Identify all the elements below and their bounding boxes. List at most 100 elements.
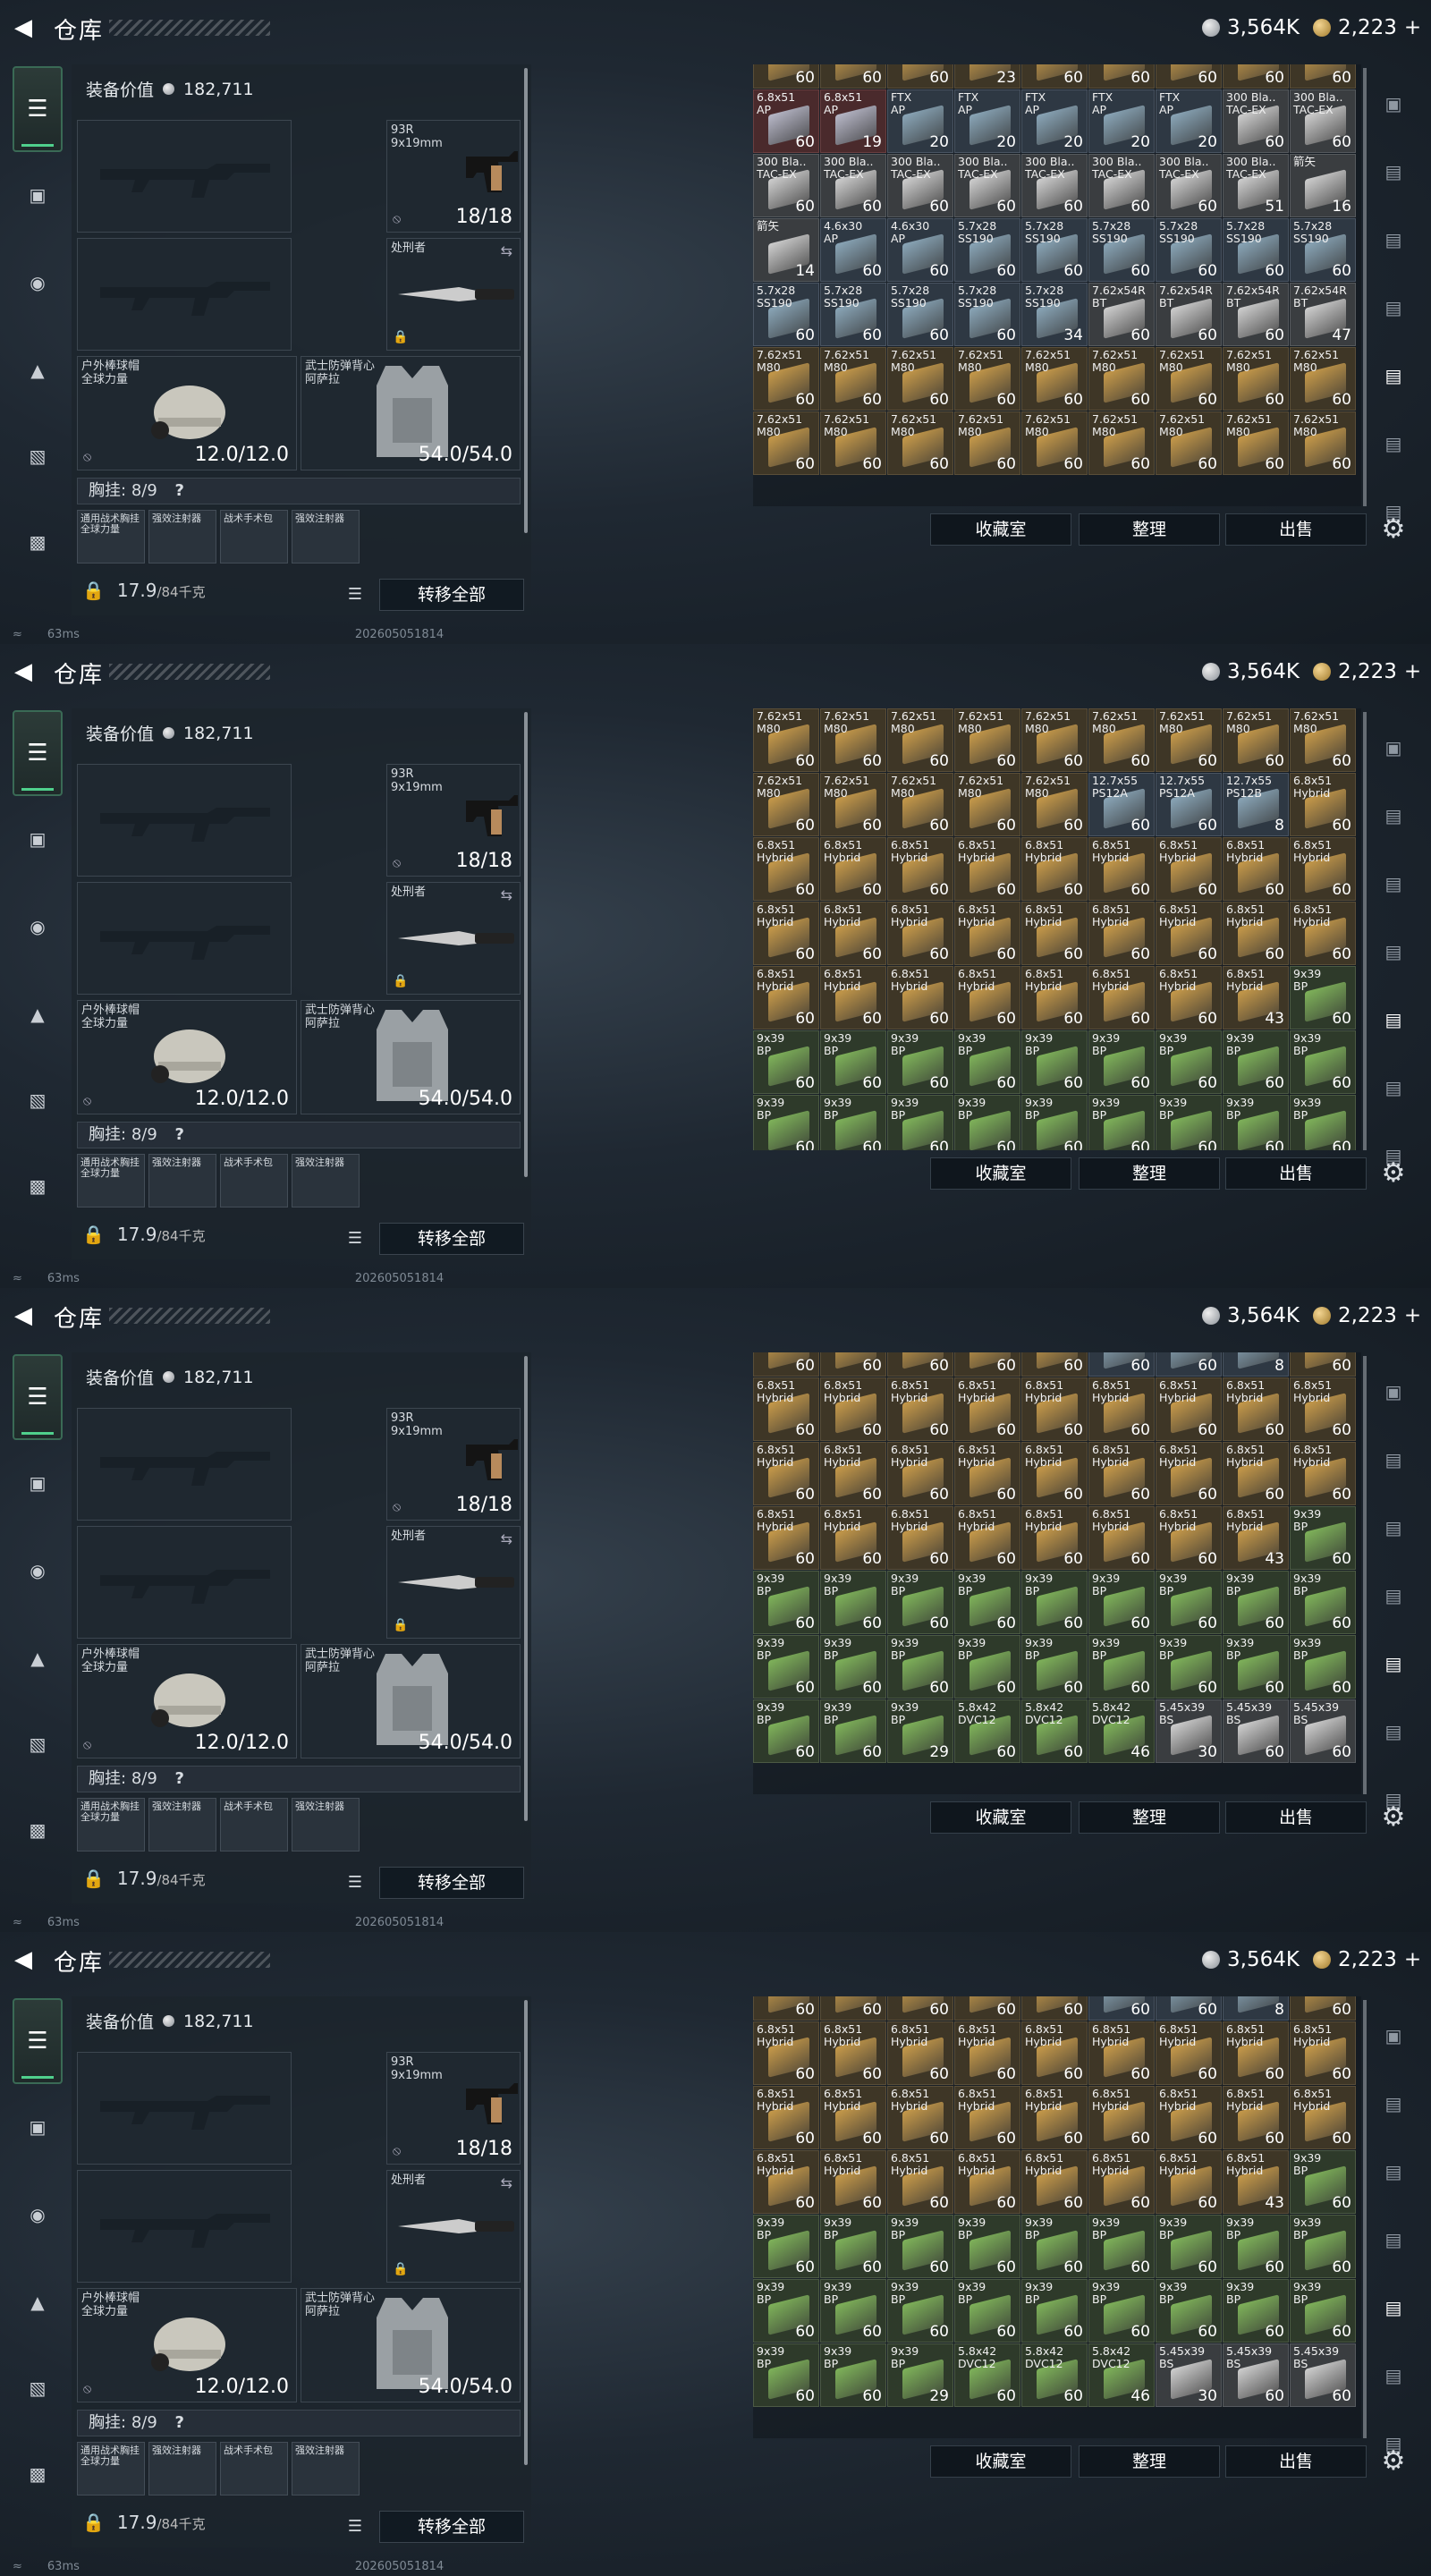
ammo-box-item[interactable]: 9x39 BP 60 <box>1021 1030 1088 1094</box>
ammo-box-item[interactable]: 6.8x51 Hybrid 60 <box>887 902 953 965</box>
ammo-box-item[interactable]: 5.8x42 DVC12 60 <box>1021 2343 1088 2407</box>
ammo-box-item[interactable]: 7.62x51 M80 60 <box>954 708 1020 772</box>
ammo-box-item[interactable]: 60 <box>1223 64 1289 89</box>
ammo-box-item[interactable]: 6.8x51 Hybrid 60 <box>1088 2021 1155 2085</box>
ammo-box-item[interactable]: 9x39 BP 60 <box>1021 1095 1088 1150</box>
ammo-box-item[interactable]: 5.45x39 BS 60 <box>1290 1699 1356 1763</box>
ammo-box-item[interactable]: 9x39 BP 60 <box>820 2343 886 2407</box>
ammo-box-item[interactable]: 9x39 BP 60 <box>887 1095 953 1150</box>
ammo-box-item[interactable]: 7.62x51 M80 60 <box>1021 773 1088 836</box>
pistol-slot[interactable]: 93R 9x19mm ⦸ 18/18 <box>386 120 521 233</box>
ammo-box-item[interactable]: 6.8x51 Hybrid 60 <box>1290 2086 1356 2149</box>
ammo-box-item[interactable]: 6.8x51 Hybrid 60 <box>1021 902 1088 965</box>
ammo-box-item[interactable]: 6.8x51 Hybrid 60 <box>753 2021 819 2085</box>
ammo-box-item[interactable]: 6.8x51 Hybrid 60 <box>1021 1442 1088 1505</box>
ammo-box-item[interactable]: 6.8x51 Hybrid 60 <box>1021 966 1088 1030</box>
ammo-box-item[interactable]: 6.8x51 Hybrid 60 <box>753 902 819 965</box>
page-3-icon[interactable]: ▤ <box>1376 2222 1411 2258</box>
ammo-box-item[interactable]: 5.7x28 SS190 60 <box>1156 218 1222 282</box>
ammo-box-item[interactable]: 5.7x28 SS190 60 <box>753 283 819 346</box>
ammo-box-item[interactable]: 9x39 BP 60 <box>1088 1095 1155 1150</box>
ammo-box-item[interactable]: 9x39 BP 60 <box>753 2343 819 2407</box>
back-arrow-icon[interactable]: ◀ <box>14 1946 38 1973</box>
ammo-box-item[interactable]: 箭矢 16 <box>1290 154 1356 217</box>
ammo-box-item[interactable]: 6.8x51 Hybrid 60 <box>753 1442 819 1505</box>
ammo-box-item[interactable]: 60 <box>820 1352 886 1377</box>
ammo-box-item[interactable]: 6.8x51 Hybrid 60 <box>753 837 819 901</box>
ammo-box-item[interactable]: 7.62x51 M80 60 <box>1223 347 1289 411</box>
add-gold-button[interactable]: + <box>1404 660 1421 683</box>
equipment-scrollbar[interactable] <box>524 712 528 1177</box>
ammo-box-item[interactable]: 6.8x51 Hybrid 60 <box>1223 837 1289 901</box>
transfer-all-button[interactable]: 转移全部 <box>379 1223 524 1255</box>
ammo-box-item[interactable]: 9x39 BP 60 <box>1156 1635 1222 1699</box>
page-3-icon[interactable]: ▤ <box>1376 1578 1411 1614</box>
ammo-box-item[interactable]: 9x39 BP 60 <box>1290 1635 1356 1699</box>
ammo-box-item[interactable]: 6.8x51 Hybrid 60 <box>887 2021 953 2085</box>
settings-gear-icon[interactable]: ⚙ <box>1377 1157 1410 1190</box>
ammo-box-item[interactable]: 6.8x51 Hybrid 60 <box>1223 1442 1289 1505</box>
gold-currency[interactable]: 2,223 + <box>1313 1302 1421 1329</box>
ammo-box-item[interactable]: 6.8x51 Hybrid 60 <box>1290 2021 1356 2085</box>
ammo-box-item[interactable]: 9x39 BP 60 <box>954 1571 1020 1634</box>
ammo-box-item[interactable]: 60 <box>820 1996 886 2021</box>
primary-weapon-slot[interactable] <box>77 120 292 233</box>
sell-button[interactable]: 出售 <box>1225 513 1367 546</box>
ammo-box-item[interactable]: 12.7x55 PS12B 8 <box>1223 773 1289 836</box>
ammo-box-item[interactable]: 6.8x51 Hybrid 60 <box>820 902 886 965</box>
ammo-box-item[interactable]: 300 Bla.. TAC-EX 60 <box>1223 89 1289 153</box>
ammo-box-item[interactable]: 6.8x51 Hybrid 43 <box>1223 2150 1289 2214</box>
help-icon[interactable]: ? <box>175 1125 184 1144</box>
ammo-box-item[interactable]: 5.8x42 DVC12 60 <box>1021 1699 1088 1763</box>
ammo-box-item[interactable]: 6.8x51 Hybrid 60 <box>753 1506 819 1570</box>
page-5-icon[interactable]: ▤ <box>1376 1070 1411 1106</box>
ammo-box-item[interactable]: 9x39 BP 60 <box>954 2279 1020 2343</box>
armor-tab-icon[interactable]: ◉ <box>18 1551 57 1590</box>
ammo-box-item[interactable]: 6.8x51 Hybrid 43 <box>1223 966 1289 1030</box>
ammo-box-item[interactable]: 7.62x51 M80 60 <box>1223 411 1289 475</box>
armor-slot[interactable]: 武士防弹背心 阿萨拉 54.0/54.0 <box>301 1644 521 1758</box>
sort-button[interactable]: 整理 <box>1079 1157 1220 1190</box>
ammo-box-item[interactable]: 7.62x51 M80 60 <box>887 411 953 475</box>
ammo-box-item[interactable]: 6.8x51 Hybrid 60 <box>820 2021 886 2085</box>
help-icon[interactable]: ? <box>175 1769 184 1788</box>
ammo-box-item[interactable]: 9x39 BP 60 <box>820 2215 886 2278</box>
ammo-box-item[interactable]: 7.62x54R BT 60 <box>1223 283 1289 346</box>
ammo-box-item[interactable]: 60 <box>753 64 819 89</box>
back-arrow-icon[interactable]: ◀ <box>14 658 38 685</box>
ammo-box-item[interactable]: 300 Bla.. TAC-EX 60 <box>1290 89 1356 153</box>
ammo-box-item[interactable]: 6.8x51 Hybrid 60 <box>1223 902 1289 965</box>
ammo-box-item[interactable]: 9x39 BP 60 <box>820 1699 886 1763</box>
ammo-box-item[interactable]: 300 Bla.. TAC-EX 60 <box>887 154 953 217</box>
swap-icon[interactable]: ⇆ <box>501 2174 512 2191</box>
ammo-box-item[interactable]: 5.7x28 SS190 60 <box>887 283 953 346</box>
ammo-box-item[interactable]: 6.8x51 Hybrid 60 <box>820 2086 886 2149</box>
ammo-box-item[interactable]: 9x39 BP 60 <box>1021 1571 1088 1634</box>
weapon-tab-icon[interactable]: ☰ <box>13 710 63 796</box>
ammo-box-item[interactable]: 6.8x51 Hybrid 60 <box>1021 837 1088 901</box>
swap-icon[interactable]: ⇆ <box>501 886 512 903</box>
ammo-box-item[interactable]: 60 <box>887 1996 953 2021</box>
ammo-box-item[interactable]: 7.62x51 M80 60 <box>820 347 886 411</box>
case-tab-icon[interactable]: ▩ <box>18 1810 57 1850</box>
ammo-box-item[interactable]: 300 Bla.. TAC-EX 60 <box>1088 154 1155 217</box>
warehouse-home-icon[interactable]: ▣ <box>1376 86 1411 122</box>
melee-slot[interactable]: 处刑者 ⇆ 🔒 <box>386 882 521 995</box>
ammo-box-item[interactable]: 6.8x51 Hybrid 60 <box>1021 2021 1088 2085</box>
swap-icon[interactable]: ⇆ <box>501 1530 512 1547</box>
page-1-icon[interactable]: ▤ <box>1376 1442 1411 1478</box>
rig-tab-icon[interactable]: ▣ <box>18 819 57 859</box>
ammo-box-item[interactable]: 7.62x54R BT 47 <box>1290 283 1356 346</box>
melee-slot[interactable]: 处刑者 ⇆ 🔒 <box>386 2170 521 2283</box>
grid-scrollbar[interactable] <box>1363 712 1367 1150</box>
ammo-box-item[interactable]: 9x39 BP 60 <box>1223 2279 1289 2343</box>
ammo-box-item[interactable]: 7.62x51 M80 60 <box>1156 411 1222 475</box>
collection-room-button[interactable]: 收藏室 <box>930 1157 1071 1190</box>
ammo-box-item[interactable]: 6.8x51 Hybrid 60 <box>954 2021 1020 2085</box>
ammo-box-item[interactable]: FTX AP 20 <box>1156 89 1222 153</box>
ammo-box-item[interactable]: 9x39 BP 60 <box>820 2279 886 2343</box>
rig-slot-item[interactable]: 强效注射器 <box>148 2442 216 2496</box>
swap-icon[interactable]: ⇆ <box>501 242 512 259</box>
ammo-box-item[interactable]: 9x39 BP 60 <box>820 1571 886 1634</box>
ammo-box-item[interactable]: 300 Bla.. TAC-EX 60 <box>1021 154 1088 217</box>
